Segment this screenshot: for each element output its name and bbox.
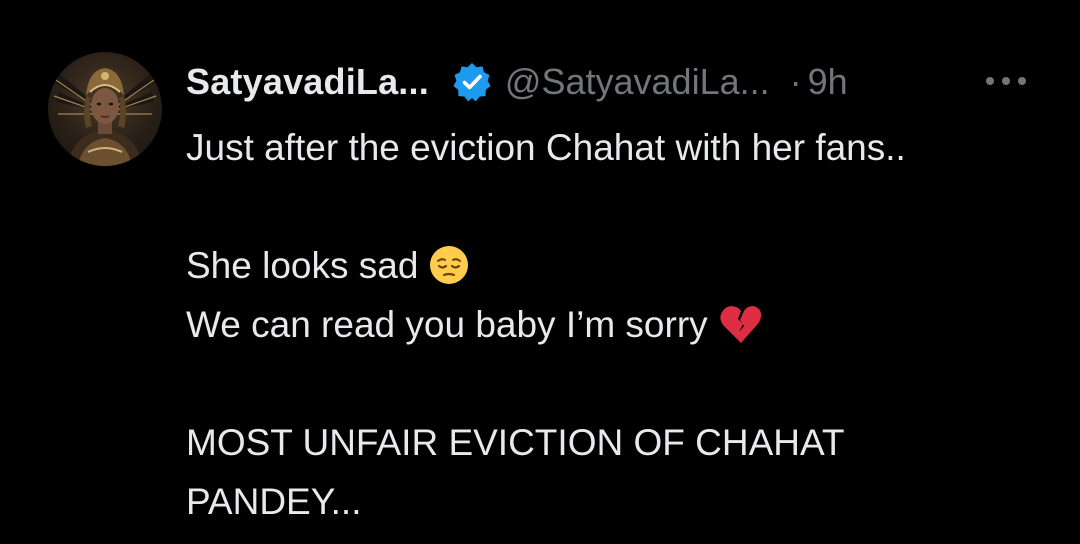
more-horizontal-icon[interactable] [986, 68, 1026, 94]
separator-dot: · [789, 61, 802, 102]
tweet-header: SatyavadiLa... @SatyavadiLa... · 9h [186, 54, 848, 110]
tweet-line: PANDEY... [186, 481, 362, 522]
tweet-line: Just after the eviction Chahat with her … [186, 127, 906, 168]
tweet-line: MOST UNFAIR EVICTION OF CHAHAT [186, 422, 845, 463]
tweet-line-text: She looks sad [186, 245, 419, 286]
avatar-image [53, 68, 157, 166]
tweet-line-text: We can read you baby I’m sorry [186, 304, 708, 345]
tweet-line: We can read you baby I’m sorry [186, 295, 1046, 354]
broken-heart-emoji [718, 303, 764, 362]
tweet-text: Just after the eviction Chahat with her … [186, 118, 1046, 531]
avatar[interactable] [48, 52, 162, 166]
handle[interactable]: @SatyavadiLa... [505, 61, 770, 103]
tweet-line: She looks sad [186, 236, 1046, 295]
timestamp[interactable]: 9h [808, 61, 848, 103]
tweet[interactable]: SatyavadiLa... @SatyavadiLa... · 9h Just… [0, 0, 1080, 544]
display-name[interactable]: SatyavadiLa... [186, 61, 429, 103]
verified-badge-icon [451, 61, 493, 103]
